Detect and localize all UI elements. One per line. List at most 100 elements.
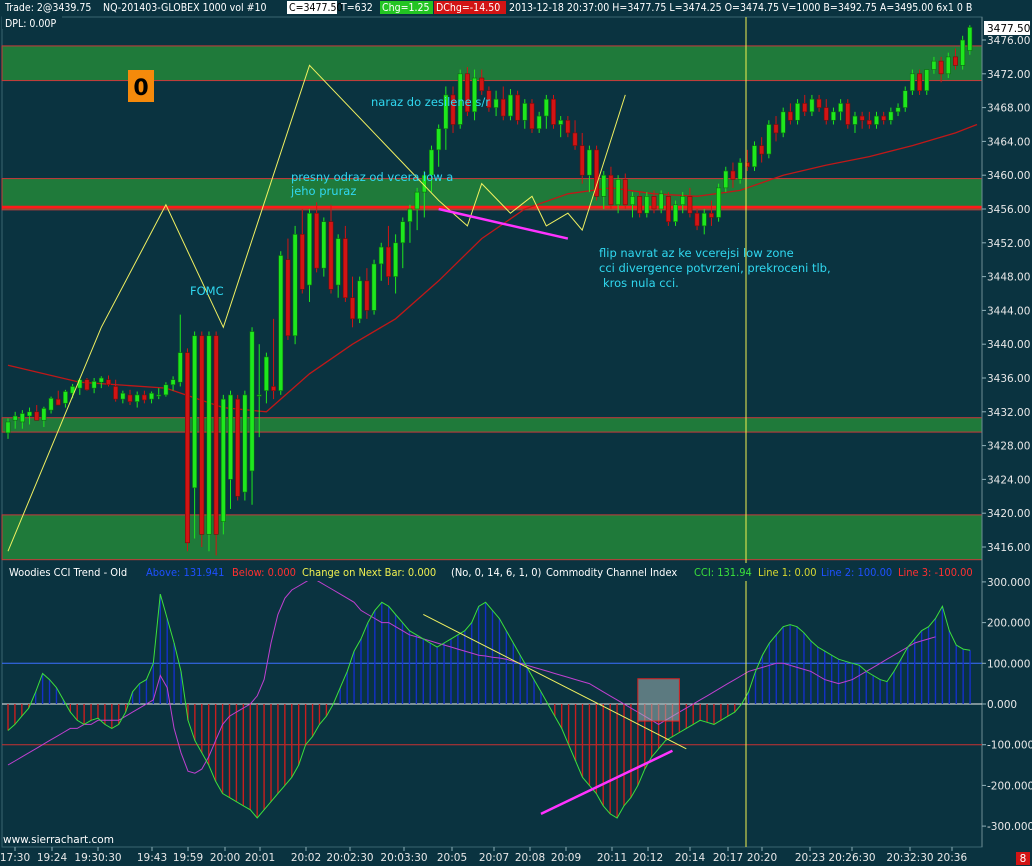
candle-body xyxy=(752,145,757,168)
candle-body xyxy=(680,196,686,206)
candle-body xyxy=(615,179,621,206)
candle-body xyxy=(414,191,420,210)
candle-body xyxy=(48,397,54,411)
ticks-label: T=632 xyxy=(340,2,373,14)
candle-body xyxy=(816,98,822,108)
candle-body xyxy=(199,335,205,535)
candle xyxy=(235,394,241,501)
candle-body xyxy=(622,179,628,206)
y-tick-label: 3428.00 xyxy=(987,441,1030,453)
candle-body xyxy=(299,234,305,290)
candle xyxy=(960,35,966,70)
candle xyxy=(551,94,556,129)
candle-body xyxy=(866,119,872,125)
x-tick-label: 20:11 xyxy=(597,852,627,864)
annotation-odraz-1: presny odraz od vcera low a xyxy=(291,170,453,184)
trade-label: Trade: 2@3439.75 xyxy=(4,2,91,14)
candle-body xyxy=(507,94,513,117)
candle-body xyxy=(543,98,549,117)
candle-body xyxy=(378,246,384,265)
x-tick-label: 19:24 xyxy=(37,852,68,864)
dchg-label: DChg=-14.50 xyxy=(436,2,500,14)
candle-body xyxy=(723,170,729,189)
candle xyxy=(357,276,363,324)
candle-body xyxy=(536,115,542,130)
candle-body xyxy=(314,212,320,269)
candle-body xyxy=(701,212,707,227)
cci-study-label: Woodies CCI Trend - Old xyxy=(9,566,127,579)
candle-body xyxy=(658,193,664,210)
bar-info-label: 2013-12-18 20:37:00 H=3477.75 L=3474.25 … xyxy=(509,2,972,14)
candle-body xyxy=(149,392,155,400)
candle-body xyxy=(902,90,908,108)
y-tick-label: 3416.00 xyxy=(987,542,1030,554)
candle-body xyxy=(307,212,312,286)
candle-body xyxy=(34,411,40,421)
x-tick-label: 20:26:30 xyxy=(828,852,875,864)
candle-body xyxy=(220,398,226,522)
candle-body xyxy=(787,111,793,121)
candle-body xyxy=(931,60,937,70)
support-zone-3 xyxy=(1,514,983,561)
candle-body xyxy=(12,415,18,421)
y-tick-label: 3456.00 xyxy=(987,204,1030,216)
cci-above-label: Above: 131.941 xyxy=(146,566,224,579)
candle xyxy=(766,120,772,159)
watermark-label: www.sierrachart.com xyxy=(3,834,114,846)
y-tick-label: 3444.00 xyxy=(987,305,1030,317)
candle-body xyxy=(888,111,894,121)
candle-body xyxy=(235,398,241,497)
candle-body xyxy=(285,259,291,337)
y-tick-label: 3472.00 xyxy=(987,69,1030,81)
y-tick-label: 3440.00 xyxy=(987,339,1030,351)
candle-body xyxy=(651,196,657,210)
x-tick-label: 20:02:30 xyxy=(326,852,373,864)
annotation-flip-1: flip navrat az ke vcerejsi low zone xyxy=(599,246,794,260)
cci-y-tick-label: 100.000 xyxy=(987,658,1030,670)
candle-body xyxy=(278,255,284,391)
candle-body xyxy=(830,111,836,121)
candle-body xyxy=(637,196,643,214)
candle-body xyxy=(737,162,743,180)
candle-body xyxy=(134,394,140,402)
candle-body xyxy=(773,124,779,134)
cci-line3-label: Line 3: -100.00 xyxy=(898,566,973,579)
candle xyxy=(371,259,377,315)
candle-body xyxy=(852,115,858,125)
y-tick-label: 3432.00 xyxy=(987,407,1030,419)
candle-body xyxy=(644,196,650,214)
x-tick-label: 20:00 xyxy=(210,852,240,864)
candle-body xyxy=(163,384,169,396)
candle-body xyxy=(960,39,966,66)
candle xyxy=(84,378,90,391)
cci-y-tick-label: 300.000 xyxy=(987,577,1030,589)
candle-body xyxy=(321,221,327,269)
candle-body xyxy=(630,196,635,206)
x-tick-label: 20:32:30 xyxy=(886,852,933,864)
candle-body xyxy=(802,103,808,113)
candle-body xyxy=(945,56,951,75)
candle xyxy=(292,225,298,345)
candle-body xyxy=(845,103,851,125)
candle-body xyxy=(77,379,83,389)
candle-body xyxy=(493,98,499,108)
candle-body xyxy=(730,170,736,180)
candle-body xyxy=(228,394,233,480)
candle-body xyxy=(436,128,442,151)
y-tick-label: 3452.00 xyxy=(987,238,1030,250)
x-tick-label: 20:01 xyxy=(245,852,275,864)
candle-body xyxy=(874,115,879,125)
y-tick-label: 3460.00 xyxy=(987,170,1030,182)
candle-body xyxy=(206,335,212,535)
x-tick-label: 20:09 xyxy=(551,852,581,864)
candle xyxy=(529,99,535,133)
candle-body xyxy=(400,221,406,244)
cci-y-tick-label: -100.000 xyxy=(987,740,1032,752)
candle-body xyxy=(98,377,104,383)
chart-canvas[interactable]: 3476.00 3472.00 3468.00 3464.00 3460.00 3456.… xyxy=(0,0,1032,866)
candle-body xyxy=(479,77,485,92)
candle-body xyxy=(271,386,277,391)
cci-y-tick-label: -200.000 xyxy=(987,780,1032,792)
candle-body xyxy=(5,421,11,434)
cci-value-label: CCI: 131.94 xyxy=(694,566,752,579)
